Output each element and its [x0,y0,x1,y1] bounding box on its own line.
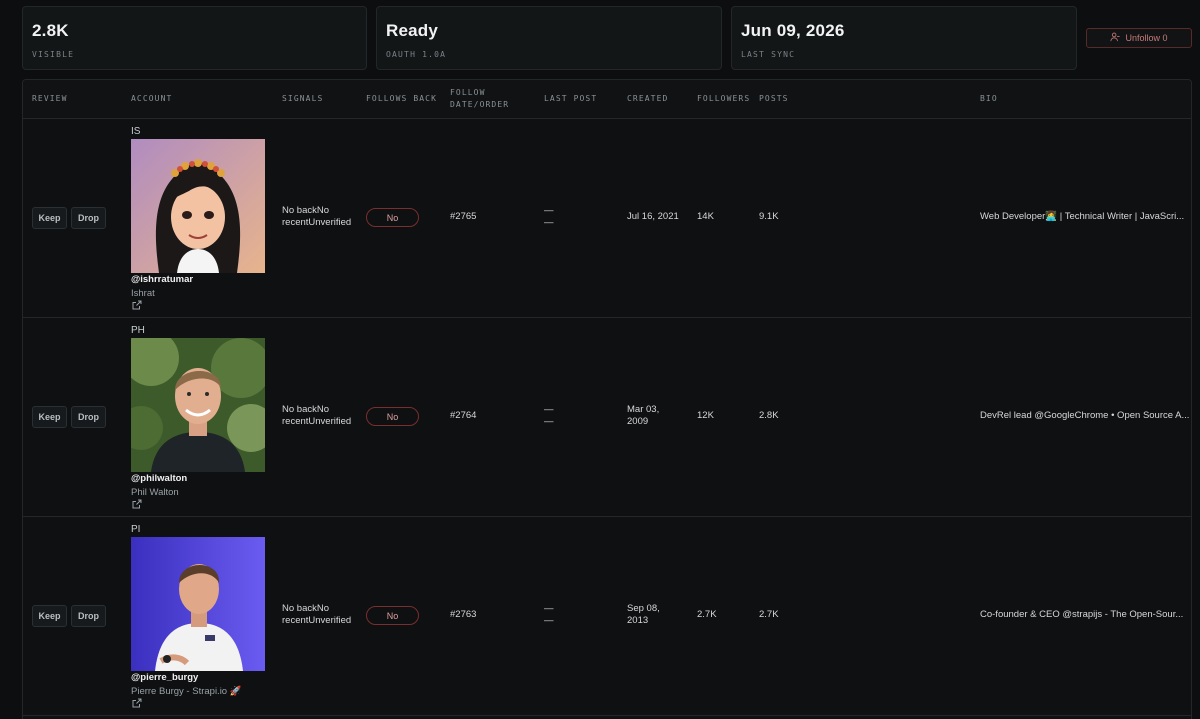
stat-value: Jun 09, 2026 [741,21,845,40]
avatar[interactable] [131,338,265,472]
last-post-line2: — [544,416,554,427]
followers-count: 14K [697,211,714,222]
last-post: — — [544,205,554,229]
drop-button[interactable]: Drop [71,406,106,428]
account-handle[interactable]: @ishrratumar [131,274,193,285]
table-row: Keep Drop PH @philwalton Phil Walton No … [23,318,1191,517]
external-link-icon[interactable] [132,300,142,310]
avatar-initials: PI [131,524,141,535]
column-header-last-post[interactable]: LAST POST [544,93,597,105]
follow-order: #2765 [450,211,477,222]
avatar-initials: IS [131,126,141,137]
followers-count: 12K [697,410,714,421]
signals: No backNo recentUnverified [282,603,351,627]
stat-label: VISIBLE [32,50,75,59]
avatar-initials: PH [131,325,145,336]
signals-line1: No backNo [282,603,329,614]
bio: Web Developer👩‍💻 | Technical Writer | Ja… [980,211,1185,222]
last-post: — — [544,603,554,627]
drop-button[interactable]: Drop [71,207,106,229]
column-header-account[interactable]: ACCOUNT [131,93,172,105]
account-name: Phil Walton [131,487,179,498]
signals-line2: recentUnverified [282,615,352,626]
last-post-line2: — [544,615,554,626]
created-line2: 2009 [627,416,649,427]
created-line1: Mar 03, [627,404,660,415]
posts-count: 2.7K [759,609,779,620]
column-header-follow-order-line2: DATE/ORDER [450,100,510,109]
account-handle[interactable]: @pierre_burgy [131,672,198,683]
column-header-follow-order[interactable]: FOLLOW DATE/ORDER [450,87,509,111]
bio: Co-founder & CEO @strapijs - The Open-So… [980,609,1184,620]
table-row: Keep Drop IS @ishrratumar Ishrat No back… [23,119,1191,318]
bio: DevRel lead @GoogleChrome • Open Source … [980,410,1190,421]
account-name: Pierre Burgy - Strapi.io 🚀 [131,686,242,697]
column-header-follows-back[interactable]: FOLLOWS BACK [366,93,437,105]
created-date: Sep 08, 2013 [627,603,660,627]
stat-card-visible: 2.8K VISIBLE [22,6,367,70]
column-header-review[interactable]: REVIEW [32,93,68,105]
table-row: Keep Drop PI @pierre_burgy Pierre Burgy … [23,517,1191,716]
column-header-bio[interactable]: BIO [980,93,998,105]
created-line2: 2013 [627,615,649,626]
avatar[interactable] [131,537,265,671]
stat-card-last-sync: Jun 09, 2026 LAST SYNC [731,6,1077,70]
follows-back-badge: No [366,606,419,625]
posts-count: 9.1K [759,211,779,222]
created-line1: Jul 16, 2021 [627,211,679,222]
last-post: — — [544,404,554,428]
signals-line1: No backNo [282,404,329,415]
follow-order: #2764 [450,410,477,421]
account-name: Ishrat [131,288,155,299]
drop-button[interactable]: Drop [71,605,106,627]
external-link-icon[interactable] [132,698,142,708]
follows-back-badge: No [366,208,419,227]
last-post-line1: — [544,404,554,415]
followers-count: 2.7K [697,609,717,620]
unfollow-button[interactable]: Unfollow 0 [1086,28,1192,48]
stat-value: Ready [386,21,439,40]
posts-count: 2.8K [759,410,779,421]
signals-line2: recentUnverified [282,217,352,228]
keep-button[interactable]: Keep [32,406,67,428]
created-date: Mar 03, 2009 [627,404,659,428]
signals: No backNo recentUnverified [282,205,351,229]
keep-button[interactable]: Keep [32,605,67,627]
column-header-follow-order-line1: FOLLOW [450,88,486,97]
stat-card-oauth: Ready OAUTH 1.0A [376,6,722,70]
stat-value: 2.8K [32,21,69,40]
last-post-line1: — [544,603,554,614]
table-header: REVIEW ACCOUNT SIGNALS FOLLOWS BACK FOLL… [23,80,1191,119]
unfollow-label: Unfollow 0 [1125,33,1168,43]
follows-back-badge: No [366,407,419,426]
last-post-line2: — [544,217,554,228]
signals-line2: recentUnverified [282,416,352,427]
external-link-icon[interactable] [132,499,142,509]
column-header-followers[interactable]: FOLLOWERS [697,93,750,105]
stat-label: LAST SYNC [741,50,796,59]
column-header-created[interactable]: CREATED [627,93,668,105]
accounts-table: REVIEW ACCOUNT SIGNALS FOLLOWS BACK FOLL… [22,79,1192,719]
user-minus-icon [1110,32,1121,44]
last-post-line1: — [544,205,554,216]
follow-order: #2763 [450,609,477,620]
signals: No backNo recentUnverified [282,404,351,428]
keep-button[interactable]: Keep [32,207,67,229]
account-handle[interactable]: @philwalton [131,473,187,484]
column-header-signals[interactable]: SIGNALS [282,93,323,105]
column-header-posts[interactable]: POSTS [759,93,789,105]
created-date: Jul 16, 2021 [627,211,679,223]
signals-line1: No backNo [282,205,329,216]
avatar[interactable] [131,139,265,273]
created-line1: Sep 08, [627,603,660,614]
stat-label: OAUTH 1.0A [386,50,447,59]
